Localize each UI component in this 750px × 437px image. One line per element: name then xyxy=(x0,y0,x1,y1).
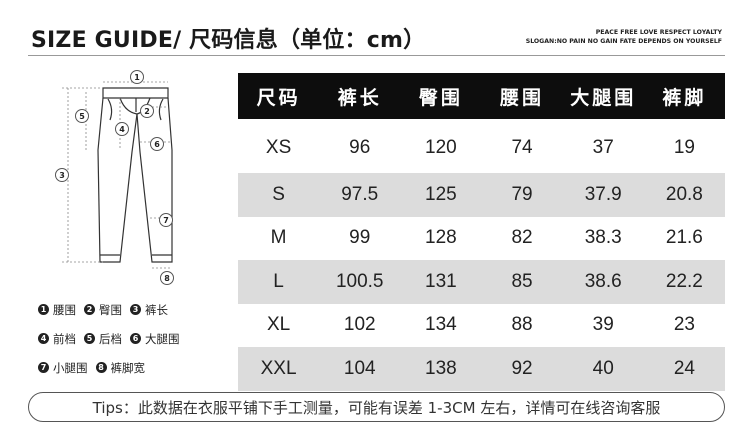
legend-item: 1 腰围 xyxy=(38,302,76,318)
legend-row: 4 前档 5 后档 6 大腿围 xyxy=(38,324,238,353)
table-cell: 134 xyxy=(425,314,457,336)
table-cell: 120 xyxy=(425,137,457,158)
table-cell: 38.6 xyxy=(562,260,644,304)
table-cell: 100.5 xyxy=(319,260,401,304)
marker-6: 6 xyxy=(150,137,164,151)
slogan-line-1: PEACE FREE LOVE RESPECT LOYALTY xyxy=(595,29,722,36)
legend-item: 3 裤长 xyxy=(130,302,168,318)
slogan-line-2: SLOGAN:NO PAIN NO GAIN FATE DEPENDS ON Y… xyxy=(525,38,722,45)
table-cell: 37.9 xyxy=(562,173,644,217)
column-header: 裤脚 xyxy=(643,73,725,119)
legend-item: 4 前档 xyxy=(38,331,76,347)
table-cell: 85 xyxy=(481,260,563,304)
legend-label: 裤脚宽 xyxy=(110,360,146,375)
table-cell: 104 xyxy=(319,347,401,391)
marker-1: 1 xyxy=(130,70,144,84)
table-cell: 125 xyxy=(400,173,482,217)
table-cell: 19 xyxy=(673,137,695,158)
table-cell: XS xyxy=(265,137,292,158)
page-title: SIZE GUIDE/ 尺码信息（单位：cm） xyxy=(31,28,426,53)
legend-item: 8 裤脚宽 xyxy=(95,360,146,376)
legend-row: 7 小腿围 8 裤脚宽 xyxy=(38,353,238,382)
size-table: 尺码 裤长 臀围 腰围 大腿围 裤脚 XS 96 120 74 37 19 S … xyxy=(238,73,725,391)
table-cell: 20.8 xyxy=(643,173,725,217)
legend-num: 8 xyxy=(95,362,107,373)
table-cell: 92 xyxy=(481,347,563,391)
pants-diagram: 1 2 3 4 5 6 7 8 xyxy=(40,62,230,292)
marker-3: 3 xyxy=(55,168,69,182)
marker-2: 2 xyxy=(140,104,154,118)
legend-num: 2 xyxy=(84,304,95,315)
table-cell: 37 xyxy=(592,137,614,158)
table-cell: 102 xyxy=(343,314,376,336)
legend-label: 臀围 xyxy=(99,302,122,317)
legend-label: 腰围 xyxy=(53,302,76,317)
slogan-block: PEACE FREE LOVE RESPECT LOYALTY SLOGAN:N… xyxy=(526,28,722,46)
legend-item: 2 臀围 xyxy=(84,302,122,318)
legend-row: 1 腰围 2 臀围 3 裤长 xyxy=(38,295,238,324)
table-cell: 38.3 xyxy=(584,227,622,249)
table-row: L 100.5 131 85 38.6 22.2 xyxy=(238,260,725,304)
table-cell: M xyxy=(270,227,287,249)
table-row: M 99 128 82 38.3 21.6 xyxy=(238,217,725,261)
table-row: XXL 104 138 92 40 24 xyxy=(238,347,725,391)
table-cell: S xyxy=(238,173,320,217)
legend-label: 大腿围 xyxy=(145,331,180,346)
measurement-legend: 1 腰围 2 臀围 3 裤长 4 前档 5 后档 6 大腿围 7 小腿围 8 裤脚宽 xyxy=(38,295,238,382)
column-header: 裤长 xyxy=(319,73,401,119)
table-row: XL 102 134 88 39 23 xyxy=(238,304,725,348)
table-row: S 97.5 125 79 37.9 20.8 xyxy=(238,173,725,217)
table-cell: 82 xyxy=(511,227,533,249)
legend-item: 6 大腿围 xyxy=(130,331,180,347)
table-cell: 21.6 xyxy=(665,227,703,249)
column-header: 臀围 xyxy=(400,73,482,119)
marker-4: 4 xyxy=(115,122,129,136)
table-cell: 79 xyxy=(481,173,563,217)
legend-label: 小腿围 xyxy=(53,360,88,375)
table-cell: 22.2 xyxy=(643,260,725,304)
legend-num: 5 xyxy=(84,333,95,344)
tips-note: Tips：此数据在衣服平铺下手工测量，可能有误差 1-3CM 左右，详情可在线咨… xyxy=(28,392,725,422)
legend-num: 7 xyxy=(38,362,49,373)
marker-8: 8 xyxy=(160,271,174,285)
legend-label: 后档 xyxy=(99,331,122,346)
marker-5: 5 xyxy=(75,109,89,123)
table-cell: 138 xyxy=(400,347,482,391)
column-header: 大腿围 xyxy=(562,73,644,119)
table-cell: XL xyxy=(266,314,291,336)
table-cell: 40 xyxy=(562,347,644,391)
table-cell: 128 xyxy=(425,227,457,249)
header-divider xyxy=(28,55,725,56)
table-cell: 39 xyxy=(592,314,614,336)
table-cell: 96 xyxy=(349,137,371,158)
table-cell: 99 xyxy=(349,227,371,249)
table-cell: 24 xyxy=(643,347,725,391)
legend-num: 4 xyxy=(38,333,49,344)
marker-7: 7 xyxy=(159,213,173,227)
legend-item: 5 后档 xyxy=(84,331,122,347)
table-cell: 74 xyxy=(511,137,533,158)
legend-num: 3 xyxy=(130,304,141,315)
table-row: XS 96 120 74 37 19 xyxy=(238,119,725,173)
legend-label: 前档 xyxy=(53,331,76,346)
table-header-row: 尺码 裤长 臀围 腰围 大腿围 裤脚 xyxy=(238,73,725,119)
legend-num: 6 xyxy=(130,333,141,344)
column-header: 腰围 xyxy=(481,73,563,119)
table-cell: 88 xyxy=(511,314,533,336)
column-header: 尺码 xyxy=(238,73,320,119)
table-cell: L xyxy=(238,260,320,304)
legend-num: 1 xyxy=(38,304,49,315)
table-cell: 97.5 xyxy=(319,173,401,217)
table-cell: 131 xyxy=(400,260,482,304)
table-cell: 23 xyxy=(673,314,695,336)
legend-item: 7 小腿围 xyxy=(38,360,88,376)
table-cell: XXL xyxy=(238,347,320,391)
legend-label: 裤长 xyxy=(145,302,168,317)
